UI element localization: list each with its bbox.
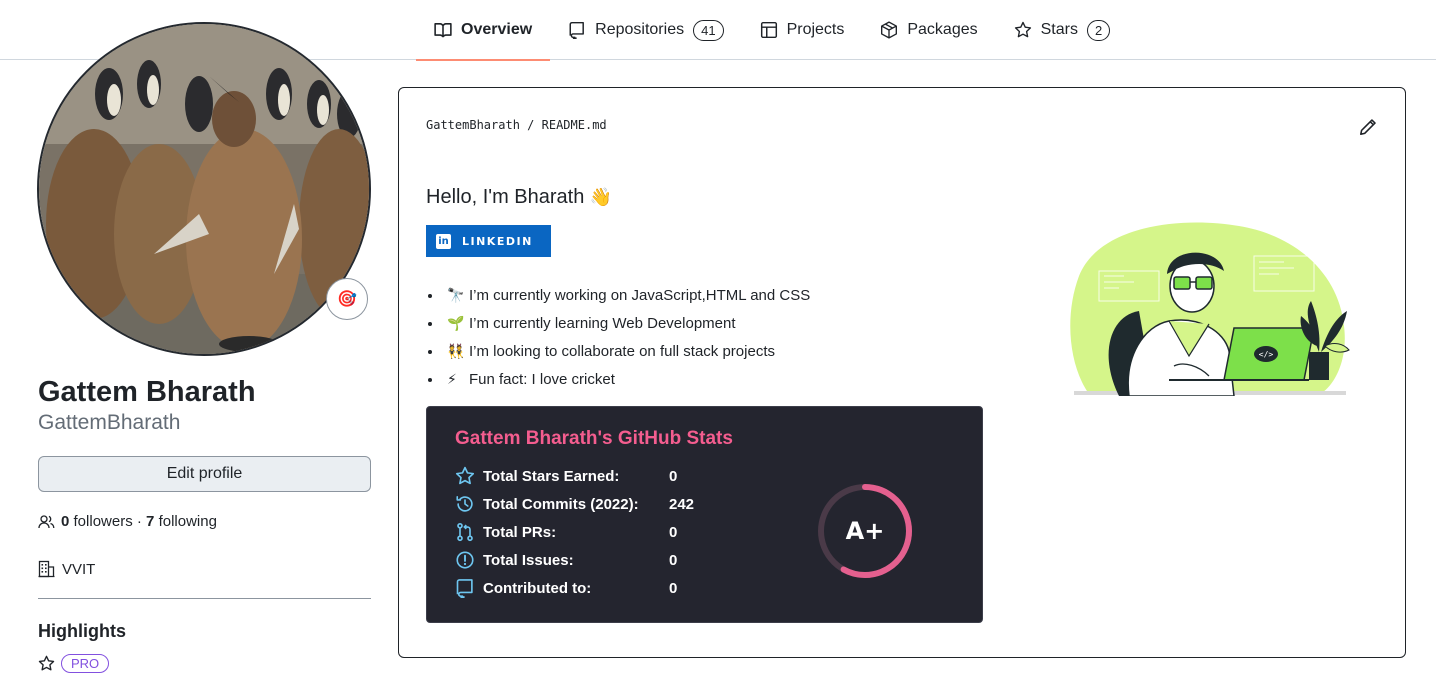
stat-row-issues: Total Issues: 0 bbox=[455, 546, 677, 574]
tab-packages[interactable]: Packages bbox=[862, 0, 995, 60]
stat-row-contributed: Contributed to: 0 bbox=[455, 574, 677, 602]
package-icon bbox=[880, 21, 898, 39]
stat-value: 0 bbox=[669, 523, 678, 541]
readme-card: GattemBharath / README.md Hello, I'm Bha… bbox=[398, 87, 1406, 658]
repo-icon bbox=[455, 578, 475, 598]
tab-label: Projects bbox=[786, 21, 845, 38]
tab-label: Repositories bbox=[595, 21, 685, 38]
pull-request-icon bbox=[455, 522, 475, 542]
people-dancing-icon: 👯 bbox=[447, 343, 465, 359]
followers-link[interactable]: followers bbox=[74, 513, 133, 530]
list-item: 🌱I’m currently learning Web Development bbox=[443, 309, 810, 337]
breadcrumb-separator: / bbox=[527, 118, 535, 132]
avatar[interactable] bbox=[37, 22, 371, 356]
linkedin-badge[interactable]: in LINKEDIN bbox=[426, 225, 551, 257]
stat-row-prs: Total PRs: 0 bbox=[455, 518, 677, 546]
grade-label: A+ bbox=[845, 517, 885, 545]
stat-value: 0 bbox=[669, 551, 678, 569]
about-list: 🔭I’m currently working on JavaScript,HTM… bbox=[443, 281, 810, 393]
table-icon bbox=[760, 21, 778, 39]
stats-title: Gattem Bharath's GitHub Stats bbox=[455, 428, 733, 449]
tab-projects[interactable]: Projects bbox=[742, 0, 863, 60]
profile-name: Gattem Bharath bbox=[38, 376, 256, 408]
list-item: 👯I’m looking to collaborate on full stac… bbox=[443, 337, 810, 365]
seedling-icon: 🌱 bbox=[447, 315, 465, 331]
building-icon bbox=[38, 560, 55, 578]
waving-hand-icon: 👋 bbox=[589, 187, 613, 207]
stat-row-commits: Total Commits (2022): 242 bbox=[455, 490, 694, 518]
stat-value: 0 bbox=[669, 467, 678, 485]
status-badge[interactable]: 🎯 bbox=[326, 278, 368, 320]
readme-file-name: README.md bbox=[541, 118, 607, 132]
pencil-icon bbox=[1359, 118, 1377, 136]
svg-text:</>: </> bbox=[1259, 350, 1274, 359]
highlights-title: Highlights bbox=[38, 621, 126, 641]
highlights-pro: PRO bbox=[38, 654, 110, 673]
linkedin-label: LINKEDIN bbox=[462, 234, 533, 248]
tab-repositories[interactable]: Repositories 41 bbox=[550, 0, 741, 60]
lightning-icon: ⚡ bbox=[447, 371, 457, 387]
people-icon bbox=[38, 514, 55, 530]
history-icon bbox=[455, 494, 475, 514]
issue-icon bbox=[455, 550, 475, 570]
star-icon bbox=[38, 655, 55, 672]
star-icon bbox=[455, 466, 475, 486]
dot-separator: · bbox=[136, 513, 142, 530]
edit-profile-button[interactable]: Edit profile bbox=[38, 456, 371, 492]
repo-icon bbox=[568, 21, 586, 39]
followers-count[interactable]: 0 bbox=[61, 513, 69, 530]
stat-value: 242 bbox=[669, 495, 695, 513]
list-item: 🔭I’m currently working on JavaScript,HTM… bbox=[443, 281, 810, 309]
heading-text: Hello, I'm Bharath bbox=[426, 186, 585, 208]
github-stats-card[interactable]: Gattem Bharath's GitHub Stats Total Star… bbox=[426, 406, 983, 623]
stars-counter: 2 bbox=[1086, 19, 1111, 41]
list-item-text: I’m currently learning Web Development bbox=[469, 315, 736, 332]
target-icon: 🎯 bbox=[337, 291, 357, 308]
edit-readme-button[interactable] bbox=[1359, 118, 1377, 136]
following-link[interactable]: following bbox=[159, 513, 217, 530]
readme-breadcrumb: GattemBharath / README.md bbox=[426, 118, 607, 132]
tab-stars[interactable]: Stars 2 bbox=[996, 0, 1129, 60]
linkedin-icon: in bbox=[436, 233, 451, 249]
tab-label: Overview bbox=[461, 21, 533, 38]
tab-label: Stars bbox=[1040, 21, 1078, 38]
stat-value: 0 bbox=[669, 579, 678, 597]
tab-overview[interactable]: Overview bbox=[416, 0, 551, 61]
list-item-text: I’m currently working on JavaScript,HTML… bbox=[469, 287, 811, 304]
stat-label: Total Stars Earned: bbox=[483, 467, 620, 485]
stat-label: Total PRs: bbox=[483, 523, 557, 541]
book-icon bbox=[434, 21, 452, 39]
stat-label: Contributed to: bbox=[483, 579, 592, 597]
readme-heading: Hello, I'm Bharath 👋 bbox=[426, 186, 612, 209]
organization-name: VVIT bbox=[62, 560, 96, 578]
stat-label: Total Commits (2022): bbox=[483, 495, 639, 513]
tab-list: Overview Repositories 41 Projects Packag… bbox=[416, 0, 1129, 61]
pro-badge[interactable]: PRO bbox=[61, 654, 110, 673]
following-count[interactable]: 7 bbox=[146, 513, 154, 530]
list-item: ⚡ Fun fact: I love cricket bbox=[443, 365, 810, 393]
stat-row-stars: Total Stars Earned: 0 bbox=[455, 462, 677, 490]
readme-owner-link[interactable]: GattemBharath bbox=[426, 118, 520, 132]
stat-label: Total Issues: bbox=[483, 551, 574, 569]
developer-illustration: </> bbox=[1070, 222, 1350, 396]
profile-login: GattemBharath bbox=[38, 411, 181, 434]
list-item-text: Fun fact: I love cricket bbox=[469, 371, 615, 388]
organization: VVIT bbox=[38, 560, 95, 578]
tab-label: Packages bbox=[907, 21, 978, 38]
list-item-text: I’m looking to collaborate on full stack… bbox=[469, 343, 775, 360]
star-icon bbox=[1014, 21, 1032, 39]
sidebar-divider bbox=[38, 598, 371, 599]
repositories-counter: 41 bbox=[693, 19, 724, 41]
telescope-icon: 🔭 bbox=[447, 287, 465, 303]
follow-stats: 0 followers · 7 following bbox=[38, 513, 217, 530]
